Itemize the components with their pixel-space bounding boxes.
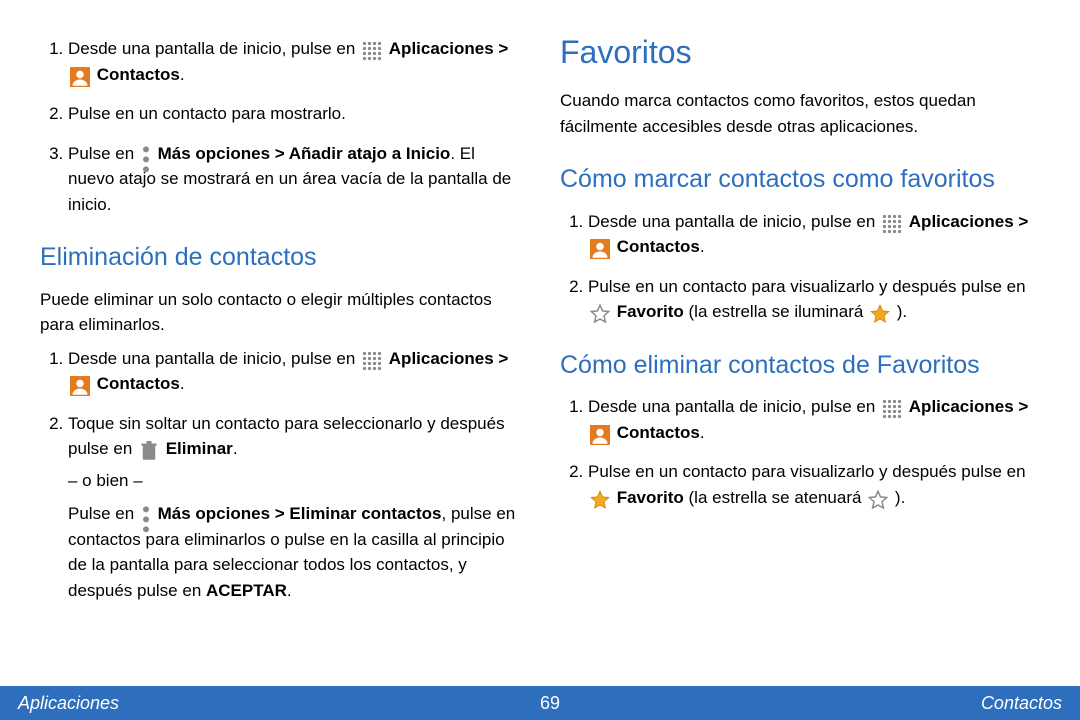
heading-mark-favorites: Cómo marcar contactos como favoritos <box>560 161 1040 199</box>
step: Pulse en un contacto para visualizarlo y… <box>588 459 1040 510</box>
more-options-icon <box>141 506 151 526</box>
or-separator: – o bien – <box>68 468 520 494</box>
trash-icon <box>139 441 159 461</box>
contacts-icon <box>590 425 610 445</box>
list-delete: Desde una pantalla de inicio, pulse en A… <box>68 346 520 604</box>
more-options-icon <box>141 146 151 166</box>
paragraph: Puede eliminar un solo contacto o elegir… <box>40 287 520 338</box>
contacts-icon <box>70 376 90 396</box>
list-shortcut: Desde una pantalla de inicio, pulse en A… <box>68 36 520 217</box>
contacts-icon <box>70 67 90 87</box>
apps-grid-icon <box>882 399 902 419</box>
step: Toque sin soltar un contacto para selecc… <box>68 411 520 604</box>
heading-delete-contacts: Eliminación de contactos <box>40 239 520 277</box>
apps-grid-icon <box>882 214 902 234</box>
footer-right: Contactos <box>981 693 1062 714</box>
step: Pulse en un contacto para visualizarlo y… <box>588 274 1040 325</box>
star-filled-icon <box>590 490 610 510</box>
right-column: Favoritos Cuando marca contactos como fa… <box>560 28 1040 666</box>
step: Pulse en un contacto para mostrarlo. <box>68 101 520 127</box>
star-filled-icon <box>870 304 890 324</box>
star-outline-icon <box>590 304 610 324</box>
heading-favorites: Favoritos <box>560 28 1040 76</box>
page-number: 69 <box>540 693 560 714</box>
paragraph: Pulse en Más opciones > Eliminar contact… <box>68 501 520 603</box>
step: Desde una pantalla de inicio, pulse en A… <box>588 394 1040 445</box>
step: Desde una pantalla de inicio, pulse en A… <box>588 209 1040 260</box>
step: Pulse en Más opciones > Añadir atajo a I… <box>68 141 520 218</box>
list-remove-fav: Desde una pantalla de inicio, pulse en A… <box>588 394 1040 510</box>
paragraph: Cuando marca contactos como favoritos, e… <box>560 88 1040 139</box>
left-column: Desde una pantalla de inicio, pulse en A… <box>40 28 520 666</box>
contacts-icon <box>590 239 610 259</box>
footer-bar: Aplicaciones 69 Contactos <box>0 686 1080 720</box>
step: Desde una pantalla de inicio, pulse en A… <box>68 36 520 87</box>
heading-remove-favorites: Cómo eliminar contactos de Favoritos <box>560 347 1040 385</box>
apps-grid-icon <box>362 41 382 61</box>
list-mark-fav: Desde una pantalla de inicio, pulse en A… <box>588 209 1040 325</box>
step: Desde una pantalla de inicio, pulse en A… <box>68 346 520 397</box>
apps-grid-icon <box>362 351 382 371</box>
star-outline-icon <box>868 490 888 510</box>
footer-left: Aplicaciones <box>18 693 119 714</box>
